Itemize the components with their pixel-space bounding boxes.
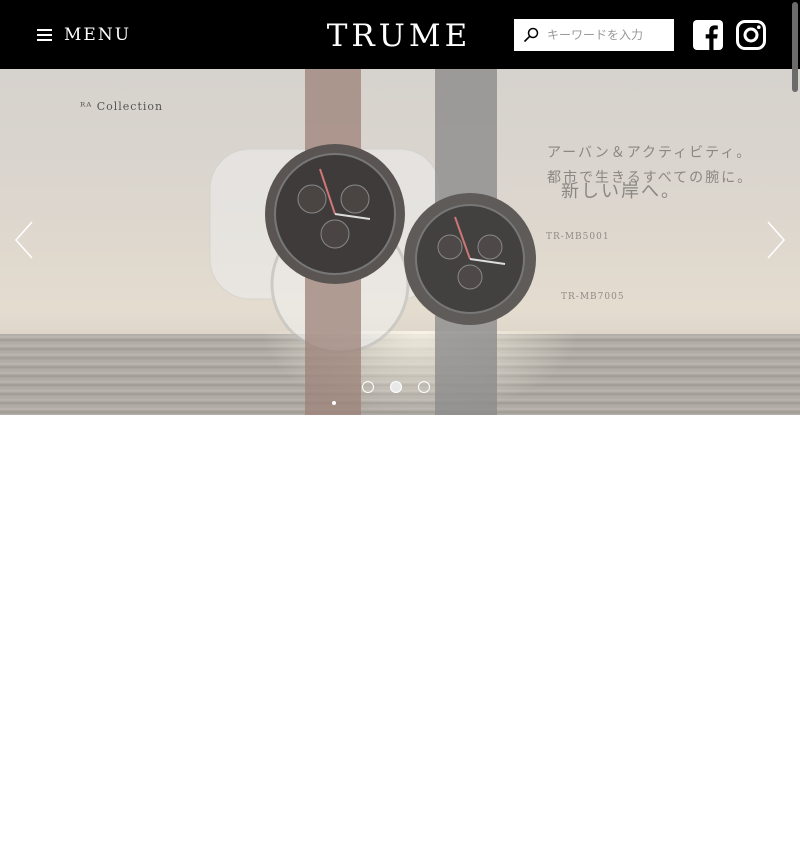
page-scrollbar[interactable]	[790, 0, 800, 841]
hero-copy-line-1: アーバン＆アクティビティ。	[547, 145, 753, 161]
slider-dot[interactable]	[362, 381, 374, 393]
watch-tr-mb5001	[265, 144, 405, 284]
site-header: MENU TRUME	[0, 0, 800, 69]
hero-copy-line-3: 新しい岸へ。	[561, 181, 681, 202]
slider-dot[interactable]	[418, 381, 430, 393]
facebook-icon[interactable]	[693, 20, 723, 50]
slider-dot[interactable]	[390, 381, 402, 393]
collection-logo-mark: ᴿᴬ	[80, 100, 97, 113]
chevron-left-icon[interactable]	[14, 221, 34, 259]
model-label: TR-MB7005	[561, 292, 625, 302]
scrollbar-thumb[interactable]	[792, 2, 798, 92]
menu-button[interactable]: MENU	[37, 22, 131, 48]
instagram-icon[interactable]	[736, 20, 766, 50]
watch-tr-mb7005	[404, 193, 536, 325]
model-label: TR-MB5001	[546, 232, 610, 242]
watch-visual	[209, 69, 536, 415]
slider-indicator	[332, 401, 336, 405]
hamburger-icon	[37, 29, 52, 41]
menu-label: MENU	[64, 25, 132, 45]
search-icon[interactable]	[523, 27, 539, 43]
search-input[interactable]	[547, 23, 667, 47]
hero-slider: ᴿᴬ Collection アーバン＆アクティビティ。 都市で生きるすべての腕に…	[0, 69, 800, 415]
brand-logo[interactable]: TRUME	[309, 18, 489, 54]
slider-pagination	[362, 381, 430, 393]
collection-label: ᴿᴬ Collection	[80, 100, 164, 113]
search-box	[514, 19, 674, 51]
chevron-right-icon[interactable]	[766, 221, 786, 259]
